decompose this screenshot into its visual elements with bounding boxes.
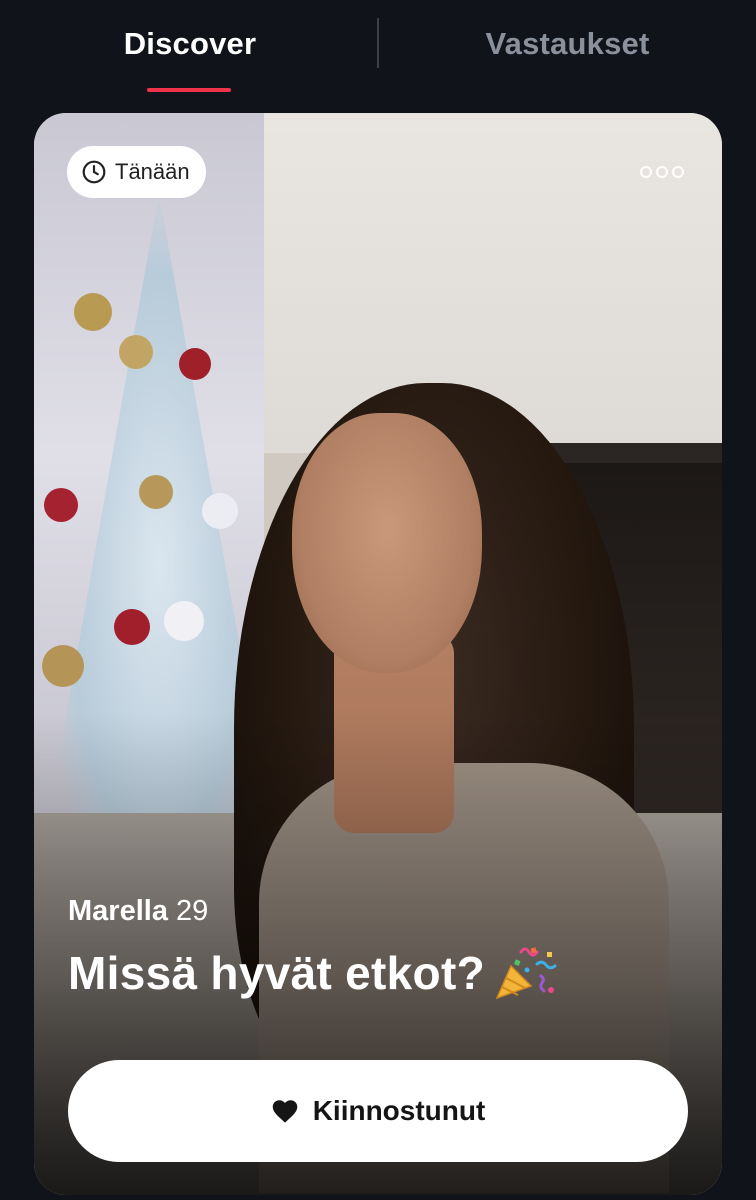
ornament xyxy=(44,488,78,522)
ornament xyxy=(42,645,84,687)
more-dots-icon xyxy=(656,166,668,178)
ornament xyxy=(119,335,153,369)
more-options-button[interactable] xyxy=(632,155,692,189)
time-badge: Tänään xyxy=(67,146,206,198)
heart-icon xyxy=(272,1100,297,1123)
profile-name: Marella xyxy=(68,895,168,927)
ornament xyxy=(114,609,150,645)
ornament xyxy=(179,348,211,380)
profile-question: Missä hyvät etkot? xyxy=(68,943,688,1003)
ornament xyxy=(74,293,112,331)
tab-vastaukset[interactable]: Vastaukset xyxy=(455,22,680,66)
more-dots-icon xyxy=(640,166,652,178)
top-tab-bar: Discover Vastaukset xyxy=(0,0,756,96)
party-popper-icon xyxy=(495,947,557,1000)
question-text: Missä hyvät etkot? xyxy=(68,947,485,999)
person-face xyxy=(292,413,482,673)
profile-photo xyxy=(34,113,722,1195)
active-tab-indicator xyxy=(147,88,231,92)
time-badge-label: Tänään xyxy=(115,159,190,184)
ornament xyxy=(202,493,238,529)
profile-age: 29 xyxy=(175,895,209,927)
ornament xyxy=(139,475,173,509)
profile-name-age: Marella 29 xyxy=(68,895,208,935)
more-dots-icon xyxy=(672,166,684,178)
ornament xyxy=(164,601,204,641)
clock-icon xyxy=(82,160,106,184)
interested-button-label: Kiinnostunut xyxy=(312,1095,486,1126)
interested-button[interactable]: Kiinnostunut xyxy=(68,1060,688,1162)
tab-discover[interactable]: Discover xyxy=(90,22,290,66)
tab-divider xyxy=(377,18,379,68)
profile-card[interactable]: Tänään Marella 29 Missä hyvät etkot? Kii… xyxy=(34,113,722,1195)
